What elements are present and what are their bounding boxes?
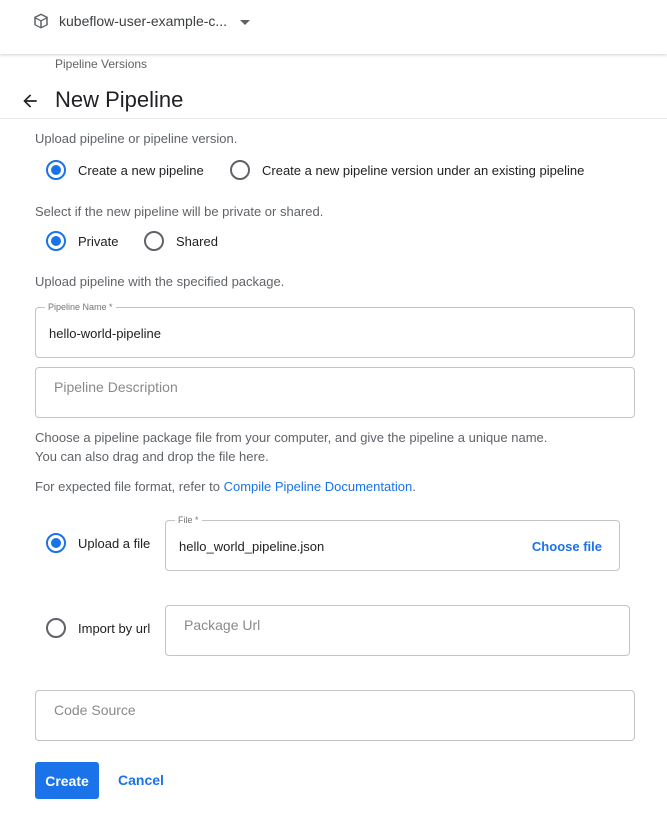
radio-upload-file[interactable]: Upload a file: [46, 533, 150, 553]
page-header: New Pipeline: [0, 84, 667, 119]
compile-pipeline-docs-link[interactable]: Compile Pipeline Documentation: [224, 479, 413, 494]
cancel-button[interactable]: Cancel: [118, 772, 164, 788]
code-source-placeholder: Code Source: [54, 702, 136, 718]
pipeline-description-field[interactable]: Pipeline Description: [35, 367, 635, 418]
breadcrumb-pipeline-versions[interactable]: Pipeline Versions: [55, 57, 147, 71]
create-button[interactable]: Create: [35, 762, 99, 799]
file-field[interactable]: File * hello_world_pipeline.json Choose …: [165, 515, 620, 571]
visibility-prompt: Select if the new pipeline will be priva…: [35, 204, 324, 219]
caret-down-icon: [240, 19, 251, 25]
choose-file-button[interactable]: Choose file: [532, 539, 602, 554]
help-text-line1: Choose a pipeline package file from your…: [35, 430, 548, 445]
arrow-left-icon[interactable]: [20, 91, 40, 111]
namespace-label: kubeflow-user-example-c...: [59, 13, 228, 29]
pipeline-name-value: hello-world-pipeline: [49, 326, 162, 341]
package-url-field[interactable]: Package Url: [165, 605, 630, 656]
format-help: For expected file format, refer to Compi…: [35, 479, 416, 494]
radio-checked-icon: [46, 533, 66, 553]
namespace-selector[interactable]: kubeflow-user-example-c...: [32, 12, 251, 30]
radio-create-new-version[interactable]: Create a new pipeline version under an e…: [230, 160, 584, 180]
pipeline-name-label: Pipeline Name *: [45, 302, 116, 312]
top-bar: kubeflow-user-example-c...: [0, 0, 667, 54]
radio-unchecked-icon: [46, 618, 66, 638]
code-source-field[interactable]: Code Source: [35, 690, 635, 741]
radio-create-new-pipeline[interactable]: Create a new pipeline: [46, 160, 204, 180]
radio-checked-icon: [46, 231, 66, 251]
help-text-line2: You can also drag and drop the file here…: [35, 449, 269, 464]
cube-icon: [32, 12, 50, 30]
upload-prompt: Upload pipeline or pipeline version.: [35, 131, 238, 146]
radio-import-by-url[interactable]: Import by url: [46, 618, 150, 638]
file-name-value: hello_world_pipeline.json: [179, 539, 325, 554]
radio-unchecked-icon: [144, 231, 164, 251]
pipeline-name-field[interactable]: Pipeline Name * hello-world-pipeline: [35, 302, 635, 358]
page-title: New Pipeline: [55, 87, 184, 112]
radio-private[interactable]: Private: [46, 231, 118, 251]
radio-shared[interactable]: Shared: [144, 231, 218, 251]
package-prompt: Upload pipeline with the specified packa…: [35, 274, 285, 289]
package-url-placeholder: Package Url: [184, 617, 261, 633]
radio-checked-icon: [46, 160, 66, 180]
radio-unchecked-icon: [230, 160, 250, 180]
file-label: File *: [175, 515, 202, 525]
pipeline-description-placeholder: Pipeline Description: [54, 379, 178, 395]
